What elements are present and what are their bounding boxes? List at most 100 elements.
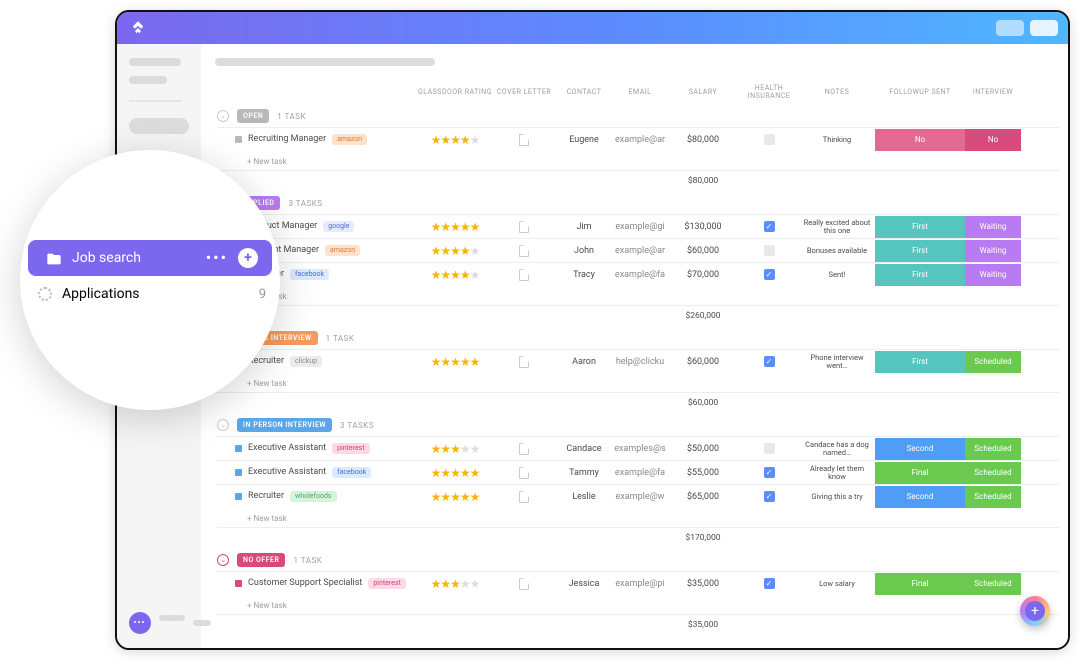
group-header[interactable]: ⌄PHONE INTERVIEW1 TASK [217, 331, 1060, 345]
notes-cell[interactable]: Giving this a try [799, 493, 875, 501]
rating-cell[interactable]: ★★★★★ [417, 244, 493, 258]
followup-chip[interactable]: Final [875, 462, 965, 484]
cover-letter-cell[interactable] [493, 443, 555, 455]
group-header[interactable]: ⌄NO OFFER1 TASK [217, 553, 1060, 567]
rating-cell[interactable]: ★★★★★ [417, 466, 493, 480]
column-header-rating[interactable]: GLASSDOOR RATING [417, 88, 493, 96]
company-tag[interactable]: clickup [290, 356, 322, 366]
cover-letter-cell[interactable] [493, 269, 555, 281]
health-cell[interactable] [739, 134, 799, 145]
followup-chip[interactable]: Final [875, 573, 965, 595]
task-row[interactable]: Recruiterwholefoods★★★★★Leslieexample@w$… [217, 484, 1060, 508]
rating-cell[interactable]: ★★★★★ [417, 133, 493, 147]
notes-cell[interactable]: Low salary [799, 580, 875, 588]
new-task-link[interactable]: + New task [217, 508, 1060, 527]
notes-cell[interactable]: Bonuses available [799, 247, 875, 255]
group-header[interactable]: ⌄APPLIED3 TASKS [217, 196, 1060, 210]
task-row[interactable]: Customer Support Specialistpinterest★★★★… [217, 571, 1060, 595]
rating-cell[interactable]: ★★★★★ [417, 268, 493, 282]
interview-chip[interactable]: Waiting [965, 216, 1021, 238]
group-header[interactable]: ⌄OPEN1 TASK [217, 109, 1060, 123]
column-header-contact[interactable]: CONTACT [555, 88, 613, 96]
rating-cell[interactable]: ★★★★★ [417, 355, 493, 369]
task-row[interactable]: Executive Assistantfacebook★★★★★Tammyexa… [217, 460, 1060, 484]
interview-chip[interactable]: Waiting [965, 240, 1021, 262]
company-tag[interactable]: pinterest [368, 578, 405, 588]
health-cell[interactable] [739, 443, 799, 454]
company-tag[interactable]: facebook [290, 269, 329, 279]
health-cell[interactable] [739, 245, 799, 256]
group-header[interactable]: ⌄IN PERSON INTERVIEW3 TASKS [217, 418, 1060, 432]
cover-letter-cell[interactable] [493, 491, 555, 503]
notes-cell[interactable]: Phone interview went… [799, 354, 875, 370]
new-task-link[interactable]: + New task [217, 286, 1060, 305]
column-header-notes[interactable]: NOTES [799, 88, 875, 96]
column-header-interview[interactable]: INTERVIEW [965, 88, 1021, 96]
health-cell[interactable]: ✓ [739, 269, 799, 280]
topbar-pill[interactable] [1030, 20, 1058, 36]
task-row[interactable]: Recruiting Manageramazon★★★★★Eugeneexamp… [217, 127, 1060, 151]
topbar-pill[interactable] [996, 20, 1024, 36]
notes-cell[interactable]: Sent! [799, 271, 875, 279]
column-header-cover[interactable]: COVER LETTER [493, 88, 555, 96]
sidebar-item-applications[interactable]: Applications 9 [20, 276, 280, 312]
sidebar-item-job-search[interactable]: Job search ••• + [28, 240, 272, 276]
health-cell[interactable]: ✓ [739, 578, 799, 589]
collapse-icon[interactable]: ⌄ [217, 419, 229, 431]
company-tag[interactable]: pinterest [332, 443, 369, 453]
rating-cell[interactable]: ★★★★★ [417, 220, 493, 234]
followup-chip[interactable]: First [875, 240, 965, 262]
cover-letter-cell[interactable] [493, 221, 555, 233]
health-cell[interactable]: ✓ [739, 491, 799, 502]
company-tag[interactable]: wholefoods [290, 491, 337, 501]
notes-cell[interactable]: Thinking [799, 136, 875, 144]
task-row[interactable]: Account Manageramazon★★★★★Johnexample@ar… [217, 238, 1060, 262]
interview-chip[interactable]: Scheduled [965, 438, 1021, 460]
new-task-link[interactable]: + New task [217, 151, 1060, 170]
interview-chip[interactable]: Scheduled [965, 486, 1021, 508]
health-cell[interactable]: ✓ [739, 221, 799, 232]
followup-chip[interactable]: Second [875, 486, 965, 508]
task-row[interactable]: Recruiterfacebook★★★★★Tracyexample@fa$70… [217, 262, 1060, 286]
task-row[interactable]: Recruiterclickup★★★★★Aaronhelp@clicku$60… [217, 349, 1060, 373]
task-row[interactable]: Executive Assistantpinterest★★★★★Candace… [217, 436, 1060, 460]
new-task-link[interactable]: + New task [217, 373, 1060, 392]
followup-chip[interactable]: First [875, 351, 965, 373]
collapse-icon[interactable]: ⌄ [217, 554, 229, 566]
chat-icon[interactable] [129, 612, 151, 634]
notes-cell[interactable]: Really excited about this one [799, 219, 875, 235]
cover-letter-cell[interactable] [493, 134, 555, 146]
column-header-health[interactable]: HEALTH INSURANCE [739, 84, 799, 100]
interview-chip[interactable]: Waiting [965, 264, 1021, 286]
interview-chip[interactable]: Scheduled [965, 573, 1021, 595]
rating-cell[interactable]: ★★★★★ [417, 577, 493, 591]
column-header-salary[interactable]: SALARY [667, 88, 739, 96]
followup-chip[interactable]: Second [875, 438, 965, 460]
rating-cell[interactable]: ★★★★★ [417, 490, 493, 504]
column-header-followup[interactable]: FOLLOWUP SENT [875, 88, 965, 96]
followup-chip[interactable]: First [875, 264, 965, 286]
company-tag[interactable]: facebook [332, 467, 371, 477]
sidebar-search-skeleton[interactable] [129, 118, 189, 134]
health-cell[interactable]: ✓ [739, 467, 799, 478]
add-icon[interactable]: + [238, 248, 258, 268]
new-task-fab[interactable]: + [1020, 596, 1050, 626]
company-tag[interactable]: google [323, 221, 354, 231]
health-cell[interactable]: ✓ [739, 356, 799, 367]
company-tag[interactable]: amazon [332, 134, 367, 144]
rating-cell[interactable]: ★★★★★ [417, 442, 493, 456]
cover-letter-cell[interactable] [493, 245, 555, 257]
company-tag[interactable]: amazon [325, 245, 360, 255]
cover-letter-cell[interactable] [493, 578, 555, 590]
new-task-link[interactable]: + New task [217, 595, 1060, 614]
interview-chip[interactable]: Scheduled [965, 351, 1021, 373]
notes-cell[interactable]: Already let them know [799, 465, 875, 481]
cover-letter-cell[interactable] [493, 356, 555, 368]
notes-cell[interactable]: Candace has a dog named… [799, 441, 875, 457]
interview-chip[interactable]: No [965, 129, 1021, 151]
followup-chip[interactable]: First [875, 216, 965, 238]
cover-letter-cell[interactable] [493, 467, 555, 479]
task-row[interactable]: Product Managergoogle★★★★★Jimexample@gi$… [217, 214, 1060, 238]
followup-chip[interactable]: No [875, 129, 965, 151]
column-header-email[interactable]: EMAIL [613, 88, 667, 96]
